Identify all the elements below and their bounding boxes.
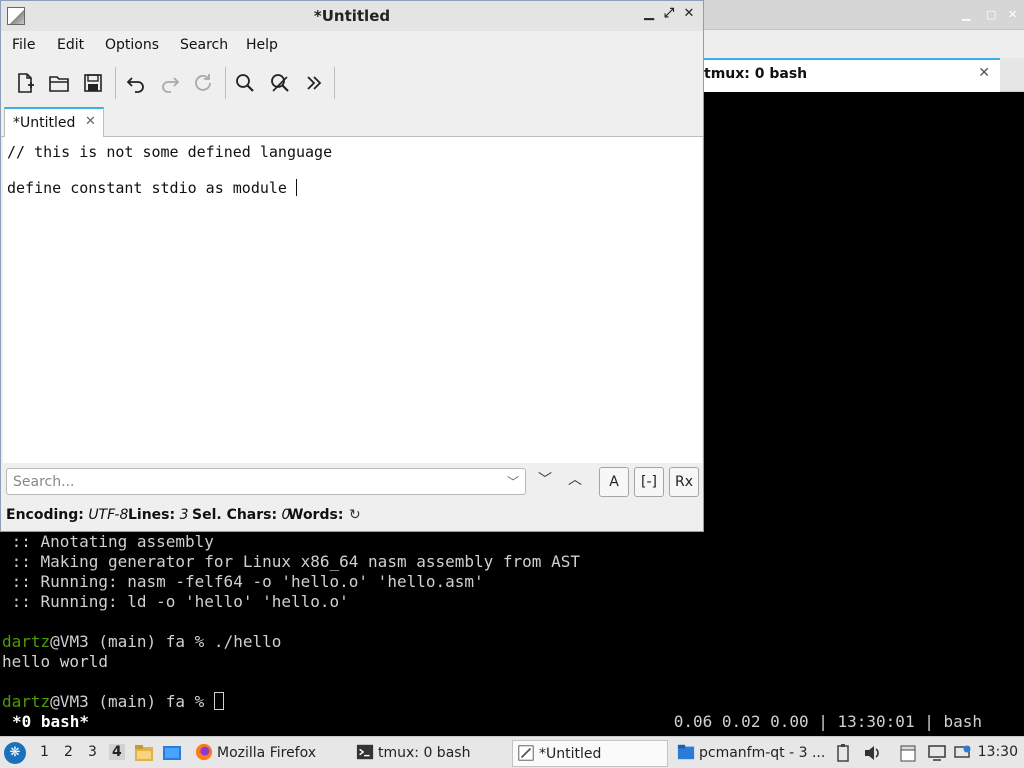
volume-icon[interactable] xyxy=(862,743,882,763)
chevron-down-icon[interactable]: ﹀ xyxy=(507,473,519,490)
close-tab-icon[interactable]: ✕ xyxy=(978,65,990,81)
close-tab-icon[interactable]: ✕ xyxy=(85,114,96,129)
toolbar-separator xyxy=(225,67,226,99)
file-manager-icon[interactable] xyxy=(134,743,154,763)
match-case-button[interactable]: A xyxy=(599,467,629,497)
task-label: *Untitled xyxy=(539,746,602,762)
terminal-icon xyxy=(356,744,374,760)
reload-icon[interactable] xyxy=(189,69,217,97)
status-words: Words: xyxy=(288,507,344,523)
status-selected-chars: Sel. Chars: 0 xyxy=(192,507,291,523)
minimize-icon[interactable]: ▁ xyxy=(962,8,970,21)
terminal-prompt: dartz@VM3 (main) fa % ./hello xyxy=(2,632,281,652)
more-chevron-icon[interactable] xyxy=(300,69,328,97)
tmux-window-list: *0 bash* xyxy=(12,712,90,731)
status-encoding: Encoding: UTF-8 xyxy=(6,507,129,523)
terminal-line: :: Running: ld -o 'hello' 'hello.o' xyxy=(2,592,349,611)
close-icon[interactable]: ✕ xyxy=(681,6,697,24)
find-next-icon[interactable]: ﹀ xyxy=(534,469,556,493)
prompt-command: @VM3 (main) fa % ./hello xyxy=(50,632,282,651)
terminal-line: :: Running: nasm -felf64 -o 'hello.o' 'h… xyxy=(2,572,484,591)
minimize-icon[interactable]: ▁ xyxy=(641,6,657,24)
close-icon[interactable]: ✕ xyxy=(1008,8,1017,21)
display-icon[interactable] xyxy=(927,743,947,763)
text-editor-icon xyxy=(518,745,534,761)
toolbar xyxy=(1,61,703,105)
network-icon[interactable] xyxy=(952,743,972,763)
taskbar: ❋ 1 2 3 4 Mozilla Firefox tmux: 0 bash *… xyxy=(0,736,1024,768)
toolbar-separator xyxy=(115,67,116,99)
document-tab-label: *Untitled xyxy=(13,115,76,131)
terminal-output-line: hello world xyxy=(2,652,108,671)
terminal-prompt: dartz@VM3 (main) fa % xyxy=(2,692,224,712)
notes-icon[interactable] xyxy=(898,743,918,763)
terminal-tab[interactable]: tmux: 0 bash ✕ xyxy=(700,58,1000,92)
task-firefox[interactable]: Mozilla Firefox xyxy=(191,740,343,767)
prompt-user: dartz xyxy=(2,692,51,711)
status-bar: Encoding: UTF-8 Lines: 3 Sel. Chars: 0 W… xyxy=(1,503,703,529)
undo-icon[interactable] xyxy=(122,69,150,97)
editor-titlebar: *Untitled ▁ ⤢ ✕ xyxy=(1,1,703,31)
task-pcmanfm[interactable]: pcmanfm-qt - 3 ... xyxy=(673,740,825,767)
search-box[interactable]: ﹀ xyxy=(6,468,526,495)
find-icon[interactable] xyxy=(231,69,259,97)
maximize-icon[interactable]: ▢ xyxy=(986,8,996,21)
prompt-command: @VM3 (main) fa % xyxy=(50,692,214,711)
window-title: *Untitled xyxy=(313,7,391,25)
tmux-status-right: 0.06 0.02 0.00 | 13:30:01 | bash xyxy=(673,712,982,731)
text-editor-window: *Untitled ▁ ⤢ ✕ File Edit Options Search… xyxy=(0,0,704,532)
prompt-user: dartz xyxy=(2,632,51,651)
status-lines: Lines: 3 xyxy=(128,507,189,523)
terminal-tab-label: tmux: 0 bash xyxy=(704,66,808,82)
task-label: Mozilla Firefox xyxy=(217,745,317,761)
menu-help[interactable]: Help xyxy=(246,37,278,53)
task-editor[interactable]: *Untitled xyxy=(512,740,668,767)
terminal-line: :: Making generator for Linux x86_64 nas… xyxy=(2,552,580,571)
clipboard-icon[interactable] xyxy=(833,743,853,763)
menu-search[interactable]: Search xyxy=(180,37,228,53)
code-line: // this is not some defined language xyxy=(7,143,333,161)
text-caret xyxy=(295,179,297,196)
save-icon[interactable] xyxy=(79,69,107,97)
desktop-3[interactable]: 3 xyxy=(88,744,97,760)
desktop-2[interactable]: 2 xyxy=(64,744,73,760)
folder-icon xyxy=(677,744,695,760)
menu-edit[interactable]: Edit xyxy=(57,37,84,53)
task-tmux[interactable]: tmux: 0 bash xyxy=(352,740,507,767)
search-bar: ﹀ ﹀ ︿ A [-] Rx xyxy=(1,463,703,501)
desktop-1[interactable]: 1 xyxy=(40,744,49,760)
menu-options[interactable]: Options xyxy=(105,37,159,53)
menu-bar: File Edit Options Search Help xyxy=(1,31,703,59)
find-previous-icon[interactable]: ︿ xyxy=(564,469,586,493)
redo-icon[interactable] xyxy=(156,69,184,97)
terminal-cursor xyxy=(213,692,224,710)
open-folder-icon[interactable] xyxy=(45,69,73,97)
task-label: tmux: 0 bash xyxy=(378,745,471,761)
task-label: pcmanfm-qt - 3 ... xyxy=(699,745,825,761)
clock[interactable]: 13:30 xyxy=(978,744,1018,760)
start-menu-icon[interactable]: ❋ xyxy=(4,742,26,764)
toolbar-separator xyxy=(334,67,335,99)
tmux-status-bar: *0 bash* 0.06 0.02 0.00 | 13:30:01 | bas… xyxy=(0,712,1024,734)
code-line-text: define constant stdio as module xyxy=(7,179,296,197)
menu-file[interactable]: File xyxy=(12,37,35,53)
whole-word-button[interactable]: [-] xyxy=(634,467,664,497)
document-tabbar: *Untitled ✕ xyxy=(1,105,703,137)
regex-button[interactable]: Rx xyxy=(669,467,699,497)
code-line: define constant stdio as module xyxy=(7,179,297,197)
maximize-icon[interactable]: ⤢ xyxy=(661,6,677,24)
refresh-icon[interactable]: ↻ xyxy=(349,507,361,523)
show-desktop-icon[interactable] xyxy=(162,743,182,763)
desktop-4[interactable]: 4 xyxy=(109,744,125,760)
search-input[interactable] xyxy=(13,472,493,492)
new-file-icon[interactable] xyxy=(11,69,39,97)
document-tab[interactable]: *Untitled ✕ xyxy=(4,107,104,137)
text-area[interactable]: // this is not some defined language def… xyxy=(3,137,702,463)
replace-icon[interactable] xyxy=(266,69,294,97)
firefox-icon xyxy=(195,743,213,761)
terminal-line: :: Anotating assembly xyxy=(2,532,214,551)
